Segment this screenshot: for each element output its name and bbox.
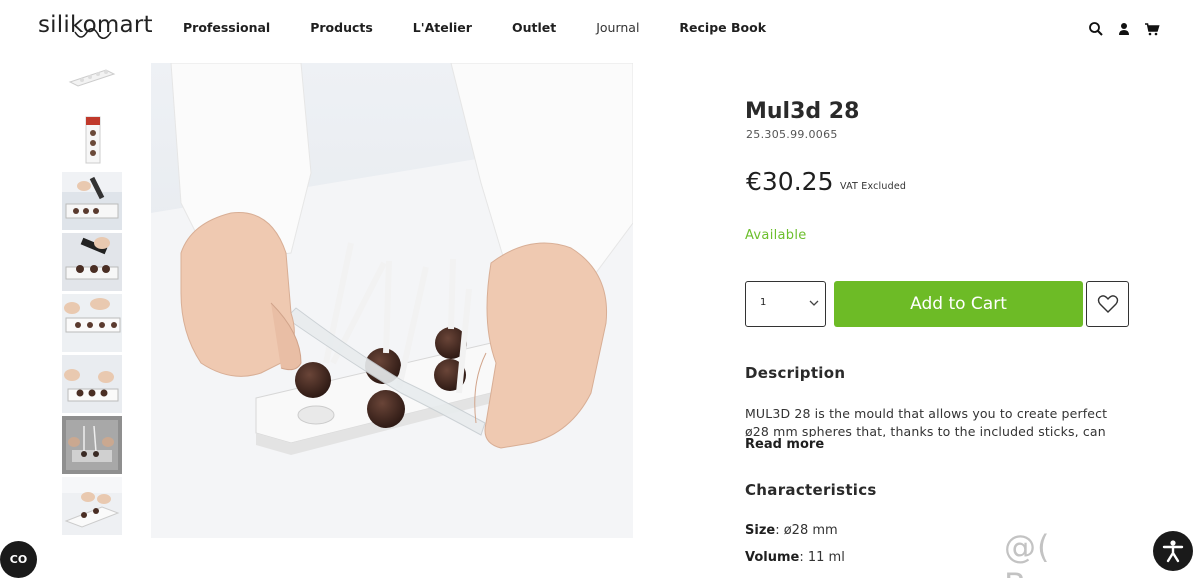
main-product-image[interactable] <box>151 63 633 538</box>
accessibility-button[interactable] <box>1153 531 1193 571</box>
product-title: Mul3d 28 <box>745 99 860 124</box>
nav-professional[interactable]: Professional <box>183 20 270 35</box>
thumbnail-1[interactable] <box>62 50 122 108</box>
header-icons <box>1088 21 1160 37</box>
thumbnail-5[interactable] <box>62 294 122 352</box>
heart-icon <box>1097 295 1119 313</box>
thumbnail-3[interactable] <box>62 172 122 230</box>
characteristic-volume: Volume: 11 ml <box>745 550 845 565</box>
main-nav: Professional Products L'Atelier Outlet J… <box>183 20 806 35</box>
thumbnail-4[interactable] <box>62 233 122 291</box>
read-more-link[interactable]: Read more <box>745 437 824 452</box>
thumbnail-8[interactable] <box>62 477 122 535</box>
nav-journal[interactable]: Journal <box>596 20 639 35</box>
product-sku: 25.305.99.0065 <box>746 128 838 141</box>
add-to-cart-button[interactable]: Add to Cart <box>834 281 1083 327</box>
wishlist-button[interactable] <box>1086 281 1129 327</box>
quantity-select[interactable]: 1 <box>745 281 826 327</box>
characteristic-label: Volume <box>745 550 800 565</box>
consent-button[interactable]: CO <box>0 541 37 578</box>
characteristic-label: Size <box>745 523 776 538</box>
characteristic-value: : 11 ml <box>799 550 845 565</box>
description-heading: Description <box>745 364 846 382</box>
cart-icon[interactable] <box>1144 21 1160 37</box>
thumbnail-6[interactable] <box>62 355 122 413</box>
description-text: MUL3D 28 is the mould that allows you to… <box>745 406 1108 437</box>
site-header: silikomart Professional Products L'Ateli… <box>0 0 1200 58</box>
user-icon[interactable] <box>1116 21 1132 37</box>
characteristic-size: Size: ø28 mm <box>745 523 838 538</box>
nav-recipe-book[interactable]: Recipe Book <box>679 20 766 35</box>
characteristic-value: : ø28 mm <box>775 523 838 538</box>
search-icon[interactable] <box>1088 21 1104 37</box>
nav-outlet[interactable]: Outlet <box>512 20 556 35</box>
logo-swirl <box>74 28 112 40</box>
nav-products[interactable]: Products <box>310 20 373 35</box>
thumbnail-7[interactable] <box>62 416 122 474</box>
nav-latelier[interactable]: L'Atelier <box>413 20 472 35</box>
accessibility-icon <box>1162 540 1184 563</box>
vat-note: VAT Excluded <box>840 181 907 192</box>
characteristics-heading: Characteristics <box>745 481 877 499</box>
quantity-value: 1 <box>760 297 767 308</box>
chevron-down-icon <box>809 300 819 306</box>
thumbnail-2[interactable] <box>62 111 122 169</box>
availability-status: Available <box>745 228 807 243</box>
product-price: €30.25 <box>746 167 834 196</box>
